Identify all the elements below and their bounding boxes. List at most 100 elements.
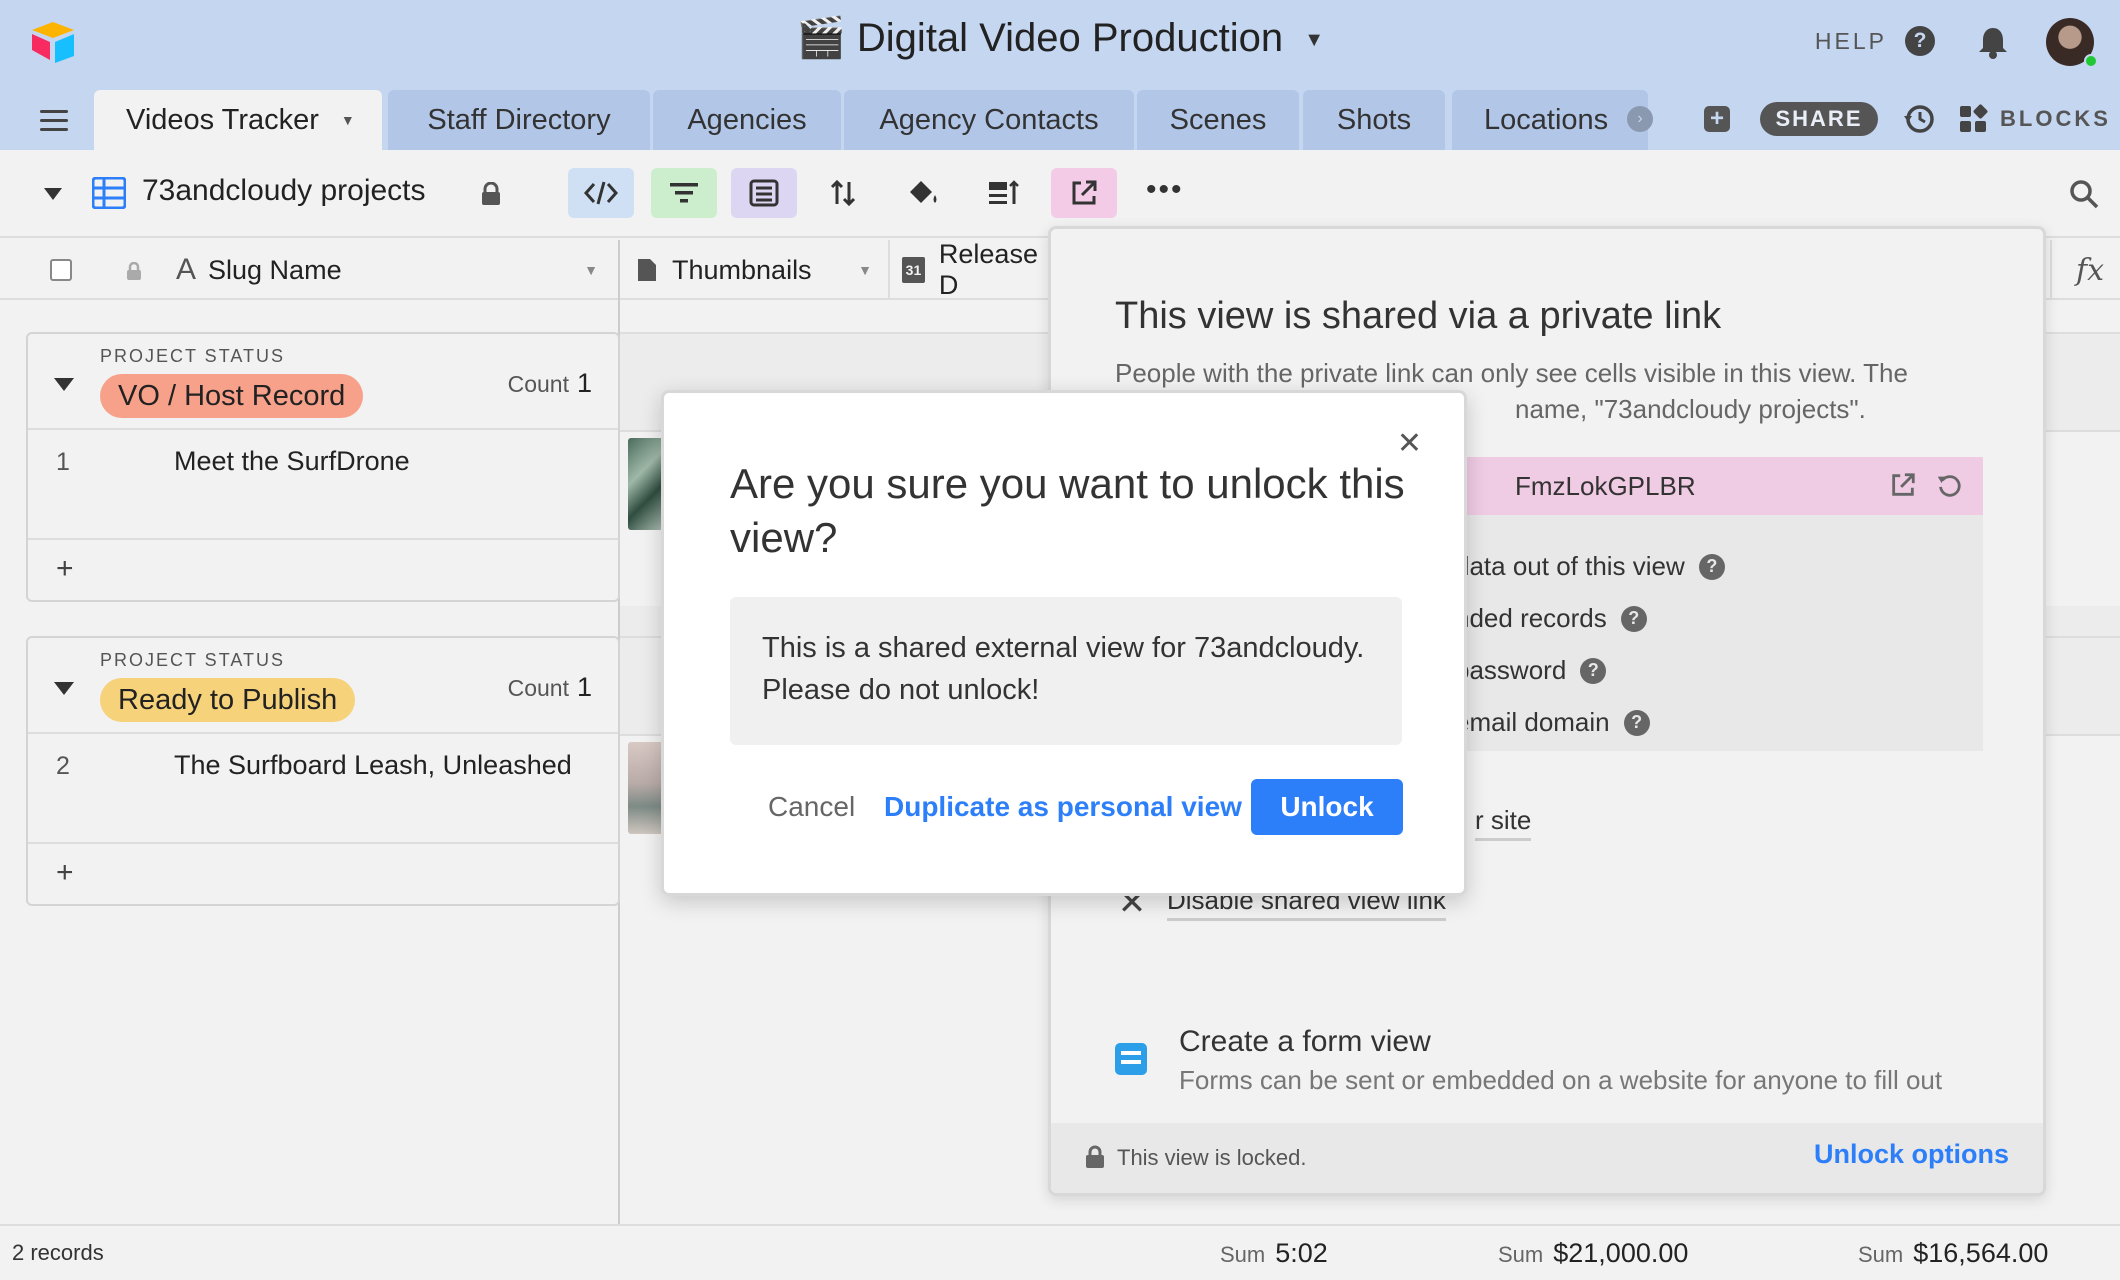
sort-button[interactable]: [810, 168, 876, 218]
dialog-title: Are you sure you want to unlock this vie…: [730, 460, 1405, 561]
chevron-down-icon[interactable]: ▼: [341, 112, 355, 128]
tab-locations[interactable]: Locations: [1452, 90, 1648, 150]
help-icon[interactable]: ?: [1698, 553, 1725, 580]
lock-icon: [1086, 1145, 1104, 1168]
online-status-dot: [2084, 54, 2098, 68]
add-table-icon[interactable]: +: [1704, 106, 1730, 132]
tab-videos-tracker[interactable]: Videos Tracker ▼: [94, 90, 382, 150]
sum-label: Sum: [1498, 1242, 1544, 1267]
option-expanded-records[interactable]: nded records?: [1455, 603, 1647, 634]
share-button[interactable]: SHARE: [1760, 102, 1878, 136]
base-title-text: Digital Video Production: [856, 16, 1284, 60]
group-count: Count 1: [508, 672, 592, 703]
unlock-button[interactable]: Unlock: [1251, 779, 1403, 835]
option-password[interactable]: password?: [1455, 655, 1607, 686]
column-header-thumbnails[interactable]: Thumbnails ▼: [620, 240, 890, 300]
search-icon[interactable]: [2068, 178, 2100, 210]
tab-label: Agency Contacts: [879, 103, 1099, 136]
count-label: Count: [507, 675, 569, 701]
hide-fields-button[interactable]: [568, 168, 634, 218]
group-header: PROJECT STATUS Ready to Publish Count 1: [28, 638, 618, 734]
color-button[interactable]: [890, 168, 956, 218]
embed-on-site-link[interactable]: r site: [1475, 805, 1532, 841]
blocks-button[interactable]: BLOCKS: [1958, 104, 2111, 134]
row-height-button[interactable]: [970, 168, 1036, 218]
app-header: 🎬 Digital Video Production ▼ HELP ? Vide…: [0, 0, 2120, 150]
column-header-slug-name[interactable]: A Slug Name ▼: [176, 240, 620, 300]
base-title[interactable]: 🎬 Digital Video Production ▼: [0, 14, 2120, 61]
sum-label: Sum: [1858, 1242, 1904, 1267]
group-count: Count 1: [508, 368, 592, 399]
tab-shots[interactable]: Shots: [1303, 90, 1445, 150]
column-header-release-date[interactable]: 31 Release D: [890, 240, 1050, 300]
close-icon[interactable]: ✕: [1397, 429, 1422, 459]
duplicate-personal-view-button[interactable]: Duplicate as personal view: [884, 791, 1242, 823]
unlock-confirmation-dialog: ✕ Are you sure you want to unlock this v…: [661, 390, 1467, 896]
tab-label: Scenes: [1169, 103, 1267, 136]
collapse-group-caret-icon[interactable]: [54, 682, 74, 695]
share-view-button[interactable]: [1051, 168, 1117, 218]
summary-sum[interactable]: Sum 5:02: [1220, 1238, 1328, 1269]
form-view-icon: [1115, 1043, 1147, 1075]
hamburger-menu-icon[interactable]: [40, 110, 68, 131]
summary-sum[interactable]: Sum $21,000.00: [1498, 1238, 1688, 1269]
plus-icon: +: [56, 552, 74, 585]
lock-icon: [127, 262, 141, 280]
filter-button[interactable]: [651, 168, 717, 218]
sum-value: $16,564.00: [1913, 1238, 2049, 1268]
tab-label: Shots: [1336, 103, 1412, 136]
open-link-icon[interactable]: [1889, 471, 1917, 499]
chevron-down-icon[interactable]: ▼: [858, 262, 872, 278]
view-name[interactable]: 73andcloudy projects: [142, 174, 426, 208]
grid-view-icon: [92, 177, 126, 209]
plus-icon: +: [56, 856, 74, 889]
option-email-domain[interactable]: email domain?: [1455, 707, 1650, 738]
row-number: 2: [56, 752, 70, 780]
sort-icon: [830, 179, 856, 207]
help-icon[interactable]: ?: [1620, 605, 1647, 632]
blocks-label: BLOCKS: [2000, 106, 2111, 131]
sum-label: Sum: [1220, 1242, 1266, 1267]
blocks-icon: [1960, 104, 1988, 132]
unlock-options-link[interactable]: Unlock options: [1814, 1139, 2009, 1170]
view-switcher-caret-icon[interactable]: [44, 188, 62, 200]
record-group: PROJECT STATUS Ready to Publish Count 1 2…: [26, 636, 620, 906]
column-header-formula[interactable]: fx: [2050, 240, 2120, 300]
hide-fields-icon: [583, 181, 619, 205]
slug-name-cell[interactable]: Meet the SurfDrone: [174, 446, 410, 477]
select-all-checkbox[interactable]: [50, 259, 72, 281]
create-form-view-link[interactable]: Create a form view: [1179, 1025, 1431, 1059]
record-group: PROJECT STATUS VO / Host Record Count 1 1…: [26, 332, 620, 602]
tab-staff-directory[interactable]: Staff Directory: [388, 90, 650, 150]
group-button[interactable]: [731, 168, 797, 218]
add-record-button[interactable]: +: [28, 844, 618, 904]
option-allow-copy[interactable]: data out of this view?: [1455, 551, 1725, 582]
table-row[interactable]: 1 Meet the SurfDrone: [28, 430, 618, 540]
table-row[interactable]: 2 The Surfboard Leash, Unleashed: [28, 734, 618, 844]
collapse-group-caret-icon[interactable]: [54, 378, 74, 391]
calendar-icon: 31: [902, 257, 925, 283]
share-link-text[interactable]: FmzLokGPLBR: [1515, 471, 1696, 502]
share-panel-title: This view is shared via a private link: [1115, 295, 1722, 337]
tab-scenes[interactable]: Scenes: [1137, 90, 1299, 150]
cancel-button[interactable]: Cancel: [768, 791, 855, 823]
help-button[interactable]: HELP ?: [1815, 26, 1935, 56]
summary-sum[interactable]: Sum $16,564.00: [1858, 1238, 2048, 1269]
description-line: People with the private link can only se…: [1115, 358, 1908, 388]
tab-agencies[interactable]: Agencies: [653, 90, 841, 150]
bell-icon[interactable]: [1976, 24, 2010, 60]
option-label: password: [1455, 655, 1567, 685]
history-icon[interactable]: [1902, 102, 1936, 136]
count-value: 1: [576, 672, 592, 702]
help-icon[interactable]: ?: [1580, 657, 1607, 684]
help-icon[interactable]: ?: [1623, 709, 1650, 736]
chevron-right-icon[interactable]: ›: [1627, 106, 1653, 132]
help-icon: ?: [1905, 26, 1935, 56]
regenerate-link-icon[interactable]: [1935, 471, 1963, 499]
chevron-down-icon[interactable]: ▼: [584, 262, 598, 278]
share-panel-footer: This view is locked. Unlock options: [1051, 1123, 2043, 1193]
share-external-icon: [1072, 180, 1097, 205]
tab-agency-contacts[interactable]: Agency Contacts: [844, 90, 1134, 150]
add-record-button[interactable]: +: [28, 540, 618, 600]
slug-name-cell[interactable]: The Surfboard Leash, Unleashed: [174, 750, 572, 781]
